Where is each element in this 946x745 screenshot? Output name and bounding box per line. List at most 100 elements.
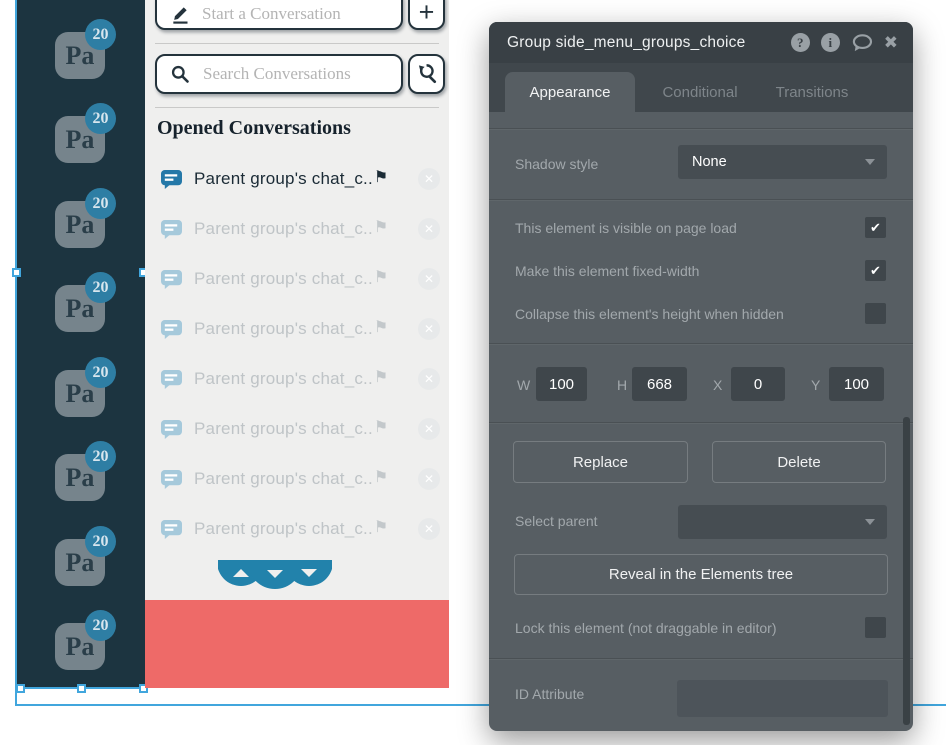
chat-bubble-icon (161, 519, 182, 539)
group-avatar-item[interactable]: Pa 20 (55, 272, 125, 334)
dim-input-x[interactable]: 0 (731, 367, 785, 401)
info-icon[interactable]: i (820, 33, 840, 52)
dim-label-x: X (713, 377, 723, 393)
conversation-label: Parent group's chat_c.. (194, 419, 373, 438)
id-attribute-label: ID Attribute (515, 686, 585, 702)
shadow-style-value: None (692, 154, 727, 170)
shadow-style-dropdown[interactable]: None (678, 145, 887, 179)
divider (489, 199, 913, 200)
dim-label-y: Y (811, 377, 821, 393)
chat-bubble-icon (161, 419, 182, 439)
advanced-search-button[interactable] (408, 54, 445, 94)
select-parent-dropdown[interactable] (678, 505, 887, 539)
checkbox[interactable]: ✔ (865, 217, 886, 238)
list-item[interactable]: Parent group's chat_c.. ⚑ ✕ (145, 165, 449, 193)
scroll-scallop-buttons[interactable] (218, 560, 332, 590)
flag-icon: ⚑ (373, 469, 389, 486)
search-icon (171, 65, 189, 83)
lock-element-checkbox[interactable] (865, 617, 886, 638)
comment-icon[interactable] (851, 33, 873, 52)
dim-input-h[interactable]: 668 (632, 367, 687, 401)
unread-count-badge: 20 (85, 610, 116, 641)
search-conversations-input[interactable]: Search Conversations (155, 54, 403, 94)
chat-bubble-icon (161, 269, 182, 289)
conversation-label: Parent group's chat_c.. (194, 219, 373, 238)
flag-icon: ⚑ (373, 269, 389, 286)
add-conversation-button[interactable]: + (408, 0, 445, 30)
close-icon[interactable]: ✖ (884, 34, 898, 51)
conversation-label: Parent group's chat_c.. (194, 369, 373, 388)
unread-count-badge: 20 (85, 526, 116, 557)
search-conversations-placeholder: Search Conversations (203, 64, 351, 83)
close-conversation-icon[interactable]: ✕ (418, 318, 440, 340)
group-avatar-item[interactable]: Pa 20 (55, 188, 125, 250)
lock-element-label: Lock this element (not draggable in edit… (515, 620, 777, 636)
red-block-element[interactable] (145, 600, 449, 688)
chat-bubble-icon (161, 369, 182, 389)
editor-canvas: Pa 20 Pa 20 Pa 20 Pa 20 Pa 20 Pa 20 Pa 2… (0, 0, 946, 745)
shadow-style-label: Shadow style (515, 156, 599, 172)
group-avatar-item[interactable]: Pa 20 (55, 526, 125, 588)
inspector-scrollbar[interactable] (903, 417, 910, 725)
list-item[interactable]: Parent group's chat_c.. ⚑ ✕ (145, 515, 449, 543)
close-conversation-icon[interactable]: ✕ (418, 168, 440, 190)
close-conversation-icon[interactable]: ✕ (418, 468, 440, 490)
inspector-title: Group side_menu_groups_choice (507, 33, 746, 51)
list-item[interactable]: Parent group's chat_c.. ⚑ ✕ (145, 265, 449, 293)
compose-pencil-icon (173, 6, 188, 24)
group-avatar-item[interactable]: Pa 20 (55, 610, 125, 672)
selection-handle-bottom-left[interactable] (16, 684, 25, 693)
id-attribute-input[interactable] (677, 680, 888, 717)
close-conversation-icon[interactable]: ✕ (418, 268, 440, 290)
selection-handle-bottom-mid[interactable] (77, 684, 86, 693)
dim-input-y[interactable]: 100 (829, 367, 884, 401)
chevron-down-icon (865, 519, 875, 525)
dim-input-w[interactable]: 100 (536, 367, 587, 401)
help-icon[interactable]: ? (790, 33, 810, 52)
list-item[interactable]: Parent group's chat_c.. ⚑ ✕ (145, 365, 449, 393)
close-conversation-icon[interactable]: ✕ (418, 218, 440, 240)
inspector-tab[interactable]: Conditional (635, 72, 765, 112)
list-item[interactable]: Parent group's chat_c.. ⚑ ✕ (145, 215, 449, 243)
group-avatar-item[interactable]: Pa 20 (55, 441, 125, 503)
close-conversation-icon[interactable]: ✕ (418, 518, 440, 540)
unread-count-badge: 20 (85, 103, 116, 134)
conversation-label: Parent group's chat_c.. (194, 319, 373, 338)
conversation-label: Parent group's chat_c.. (194, 519, 373, 538)
replace-button[interactable]: Replace (513, 441, 688, 483)
group-avatar-item[interactable]: Pa 20 (55, 357, 125, 419)
selection-handle-mid-left[interactable] (12, 268, 21, 277)
divider (489, 128, 913, 129)
close-conversation-icon[interactable]: ✕ (418, 368, 440, 390)
group-side-menu-sidebar[interactable]: Pa 20 Pa 20 Pa 20 Pa 20 Pa 20 Pa 20 Pa 2… (17, 0, 145, 688)
flag-icon: ⚑ (373, 419, 389, 436)
flag-icon: ⚑ (373, 219, 389, 236)
opened-conversations-title: Opened Conversations (157, 117, 351, 139)
reveal-in-elements-tree-button[interactable]: Reveal in the Elements tree (514, 554, 888, 595)
inspector-header[interactable]: Group side_menu_groups_choice ? i ✖ (489, 22, 913, 63)
checkbox-label: This element is visible on page load (515, 220, 737, 236)
list-item[interactable]: Parent group's chat_c.. ⚑ ✕ (145, 315, 449, 343)
checkbox-label: Collapse this element's height when hidd… (515, 306, 784, 322)
inspector-tab[interactable]: Appearance (505, 72, 635, 112)
flag-icon: ⚑ (373, 319, 389, 336)
group-avatar-item[interactable]: Pa 20 (55, 103, 125, 165)
inspector-tab[interactable]: Transitions (747, 72, 877, 112)
start-conversation-input[interactable]: Start a Conversation (155, 0, 403, 30)
group-avatar-item[interactable]: Pa 20 (55, 19, 125, 81)
conversation-label: Parent group's chat_c.. (194, 169, 373, 188)
close-conversation-icon[interactable]: ✕ (418, 418, 440, 440)
divider (489, 422, 913, 423)
checkbox[interactable]: ✔ (865, 260, 886, 281)
unread-count-badge: 20 (85, 188, 116, 219)
delete-button[interactable]: Delete (712, 441, 886, 483)
list-item[interactable]: Parent group's chat_c.. ⚑ ✕ (145, 465, 449, 493)
list-item[interactable]: Parent group's chat_c.. ⚑ ✕ (145, 415, 449, 443)
conversations-panel: Start a Conversation + Search Conversati… (145, 0, 449, 600)
property-inspector: Group side_menu_groups_choice ? i ✖ Appe… (489, 22, 913, 731)
unread-count-badge: 20 (85, 272, 116, 303)
unread-count-badge: 20 (85, 19, 116, 50)
unread-count-badge: 20 (85, 441, 116, 472)
start-conversation-placeholder: Start a Conversation (202, 3, 341, 23)
checkbox[interactable] (865, 303, 886, 324)
